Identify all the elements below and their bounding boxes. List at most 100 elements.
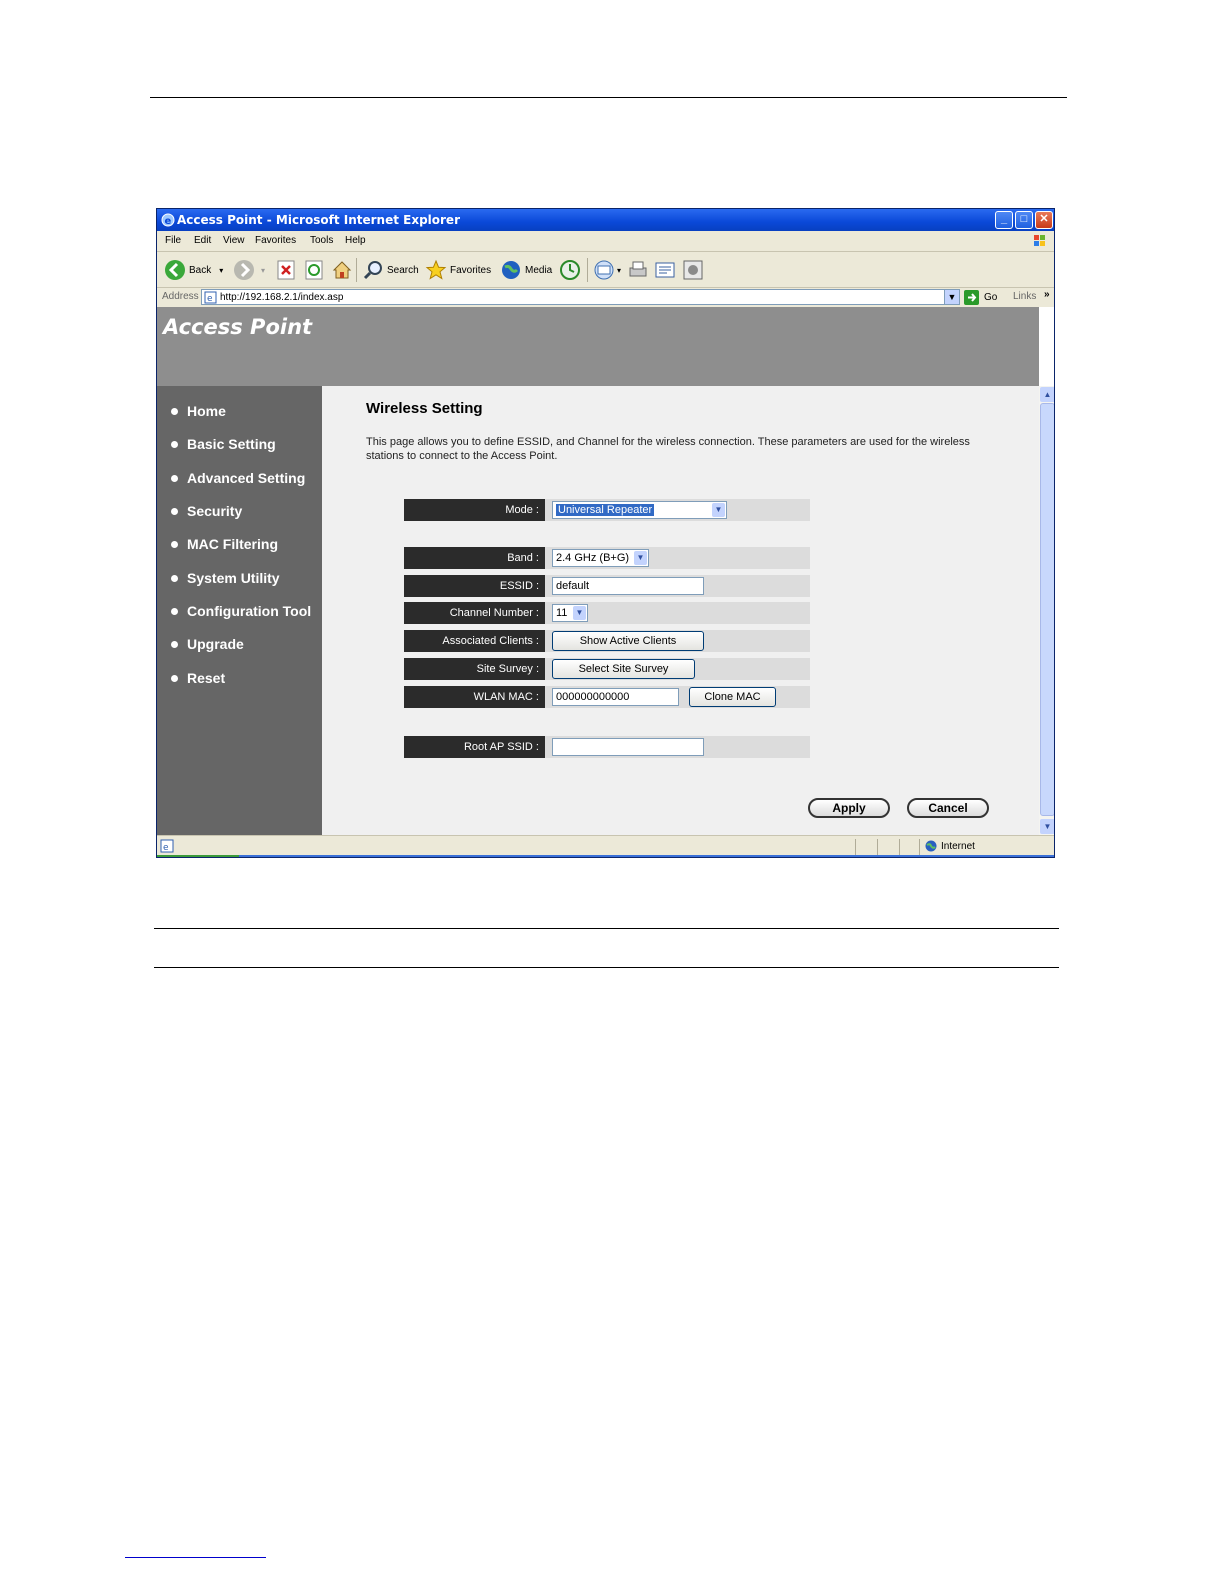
edit-button[interactable] (654, 259, 676, 281)
favorites-star-icon (425, 259, 447, 280)
back-arrow-icon (165, 260, 185, 280)
menu-tools[interactable]: Tools (310, 235, 333, 246)
menu-edit[interactable]: Edit (194, 235, 211, 246)
links-label[interactable]: Links (1013, 291, 1036, 302)
chevron-down-icon[interactable]: ▼ (712, 503, 725, 517)
title-bar: e Access Point - Microsoft Internet Expl… (157, 209, 1054, 231)
forward-dropdown-icon: ▾ (261, 265, 266, 275)
chevron-down-icon[interactable]: ▼ (573, 606, 586, 620)
home-button[interactable] (331, 259, 353, 281)
menu-view[interactable]: View (223, 235, 245, 246)
forward-button[interactable]: ▾ (233, 259, 265, 281)
site-survey-label: Site Survey : (404, 658, 545, 680)
page-top-rule (150, 97, 1067, 98)
internet-globe-icon (925, 840, 937, 852)
chevron-down-icon[interactable]: ▼ (634, 551, 647, 565)
nav-label: Basic Setting (187, 436, 276, 452)
caption-bottom-rule (154, 967, 1059, 968)
bullet-icon (171, 474, 178, 482)
messenger-button[interactable] (682, 259, 704, 281)
security-zone: Internet (925, 840, 975, 852)
scroll-down-icon[interactable]: ▼ (1040, 819, 1054, 834)
back-dropdown-icon[interactable]: ▾ (219, 266, 223, 275)
wlan-mac-row: WLAN MAC : 000000000000 Clone MAC (404, 686, 810, 708)
nav-item-configuration-tool[interactable]: Configuration Tool (171, 601, 311, 621)
nav-item-basic-setting[interactable]: Basic Setting (171, 434, 276, 454)
windows-logo-icon (1034, 235, 1045, 246)
brand-title: Access Point (163, 315, 313, 339)
nav-label: Security (187, 503, 243, 519)
status-divider (877, 839, 878, 855)
bullet-icon (171, 674, 178, 682)
mail-button[interactable]: ▾ (593, 259, 621, 281)
select-site-survey-button[interactable]: Select Site Survey (552, 659, 695, 679)
vertical-scrollbar[interactable]: ▲ ▼ (1039, 386, 1054, 835)
essid-input[interactable]: default (552, 577, 704, 595)
chevron-right-icon[interactable]: » (1044, 289, 1050, 300)
zone-label: Internet (941, 840, 975, 852)
go-arrow-icon (964, 290, 979, 305)
status-divider (899, 839, 900, 855)
band-value: 2.4 GHz (B+G) (556, 552, 630, 564)
menu-file[interactable]: File (165, 235, 181, 246)
cancel-button[interactable]: Cancel (907, 798, 989, 818)
band-row: Band : 2.4 GHz (B+G) ▼ (404, 547, 810, 569)
nav-item-system-utility[interactable]: System Utility (171, 568, 280, 588)
refresh-button[interactable] (304, 259, 324, 281)
stop-button[interactable] (276, 259, 296, 281)
channel-value: 11 (556, 607, 568, 619)
nav-label: Advanced Setting (187, 470, 306, 486)
bullet-icon (171, 540, 178, 548)
band-select[interactable]: 2.4 GHz (B+G) ▼ (552, 549, 649, 567)
media-button[interactable]: Media (500, 259, 552, 281)
page-icon: e (204, 291, 217, 304)
nav-item-home[interactable]: Home (171, 401, 226, 421)
search-icon (363, 261, 382, 280)
wlan-mac-input[interactable]: 000000000000 (552, 688, 679, 706)
menu-favorites[interactable]: Favorites (255, 235, 296, 246)
main-content: Wireless Setting This page allows you to… (322, 386, 1039, 835)
root-ap-ssid-row: Root AP SSID : (404, 736, 810, 758)
scroll-thumb[interactable] (1040, 403, 1054, 816)
history-button[interactable] (559, 259, 581, 281)
close-button[interactable]: ✕ (1035, 211, 1053, 229)
scroll-up-icon[interactable]: ▲ (1040, 387, 1054, 402)
nav-label: Home (187, 403, 226, 419)
browser-window: e Access Point - Microsoft Internet Expl… (156, 208, 1055, 858)
menu-help[interactable]: Help (345, 235, 366, 246)
favorites-button[interactable]: Favorites (425, 259, 491, 281)
refresh-icon (305, 260, 323, 280)
edit-icon (655, 262, 675, 278)
nav-item-upgrade[interactable]: Upgrade (171, 634, 244, 654)
address-dropdown-icon[interactable]: ▼ (944, 290, 959, 304)
go-button[interactable]: Go (964, 290, 997, 305)
mode-row: Mode : Universal Repeater ▼ (404, 499, 810, 521)
bullet-icon (171, 440, 178, 448)
menu-bar: File Edit View Favorites Tools Help (157, 231, 1054, 252)
nav-label: Configuration Tool (187, 603, 312, 619)
apply-button[interactable]: Apply (808, 798, 890, 818)
nav-item-security[interactable]: Security (171, 501, 242, 521)
favorites-label: Favorites (450, 264, 492, 276)
mail-dropdown-icon[interactable]: ▾ (617, 266, 621, 275)
minimize-button[interactable]: _ (995, 211, 1013, 229)
address-value: http://192.168.2.1/index.asp (220, 292, 344, 303)
back-button[interactable]: Back ▾ (164, 259, 223, 281)
root-ap-ssid-input[interactable] (552, 738, 704, 756)
nav-item-advanced-setting[interactable]: Advanced Setting (171, 468, 305, 488)
nav-item-mac-filtering[interactable]: MAC Filtering (171, 534, 278, 554)
site-survey-row: Site Survey : Select Site Survey (404, 658, 810, 680)
nav-label: System Utility (187, 570, 280, 586)
svg-text:e: e (207, 294, 213, 304)
nav-item-reset[interactable]: Reset (171, 668, 225, 688)
go-label: Go (984, 292, 998, 303)
mode-select[interactable]: Universal Repeater ▼ (552, 501, 727, 519)
channel-select[interactable]: 11 ▼ (552, 604, 588, 622)
print-button[interactable] (627, 259, 649, 281)
clone-mac-button[interactable]: Clone MAC (689, 687, 776, 707)
maximize-button[interactable]: □ (1015, 211, 1033, 229)
toolbar-separator (587, 258, 588, 282)
address-input[interactable]: e http://192.168.2.1/index.asp ▼ (201, 289, 960, 305)
search-button[interactable]: Search (362, 259, 419, 281)
show-active-clients-button[interactable]: Show Active Clients (552, 631, 704, 651)
